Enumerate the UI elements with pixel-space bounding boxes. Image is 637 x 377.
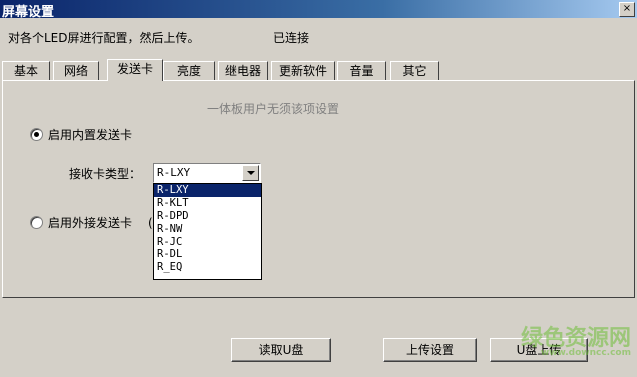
tab-brightness[interactable]: 亮度 <box>163 61 215 81</box>
tab-sender-card[interactable]: 发送卡 <box>107 59 163 81</box>
dropdown-option[interactable]: R-NW <box>154 223 261 236</box>
tab-relay[interactable]: 继电器 <box>218 61 268 81</box>
tab-volume[interactable]: 音量 <box>337 61 386 81</box>
info-text: 对各个LED屏进行配置，然后上传。 <box>8 31 200 45</box>
tab-update-software[interactable]: 更新软件 <box>271 61 335 81</box>
window-title: 屏幕设置 <box>2 5 55 20</box>
tab-basic[interactable]: 基本 <box>2 61 50 81</box>
upload-settings-button[interactable]: 上传设置 <box>383 338 477 362</box>
tab-network[interactable]: 网络 <box>53 61 99 81</box>
builtin-sender-radio[interactable] <box>30 128 43 141</box>
panel-note: 一体板用户无须该项设置 <box>207 102 340 116</box>
external-sender-label: 启用外接发送卡 <box>48 216 133 230</box>
dropdown-arrow-icon[interactable] <box>242 165 259 181</box>
dropdown-option[interactable]: R-DL <box>154 248 261 261</box>
receiver-type-select[interactable]: R-LXY <box>153 163 261 183</box>
dropdown-option[interactable]: R-JC <box>154 236 261 249</box>
builtin-sender-label: 启用内置发送卡 <box>48 128 133 142</box>
dropdown-option[interactable]: R-KLT <box>154 197 261 210</box>
dropdown-option[interactable]: R_EQ <box>154 261 261 274</box>
dropdown-option[interactable]: R-LXY <box>154 184 261 197</box>
external-sender-radio[interactable] <box>30 216 43 229</box>
tab-other[interactable]: 其它 <box>390 61 439 81</box>
title-bar: 屏幕设置 × <box>0 0 637 20</box>
external-sender-partial: ( <box>148 216 153 230</box>
receiver-type-dropdown: R-LXY R-KLT R-DPD R-NW R-JC R-DL R_EQ <box>153 183 262 280</box>
receiver-type-label: 接收卡类型： <box>69 167 142 181</box>
close-button[interactable]: × <box>619 2 635 17</box>
watermark: 绿色资源网 www.downcc.com <box>521 320 631 358</box>
read-usb-button[interactable]: 读取U盘 <box>231 338 331 362</box>
connection-status: 已连接 <box>273 31 310 45</box>
dropdown-option[interactable]: R-DPD <box>154 210 261 223</box>
receiver-type-value: R-LXY <box>157 166 191 179</box>
